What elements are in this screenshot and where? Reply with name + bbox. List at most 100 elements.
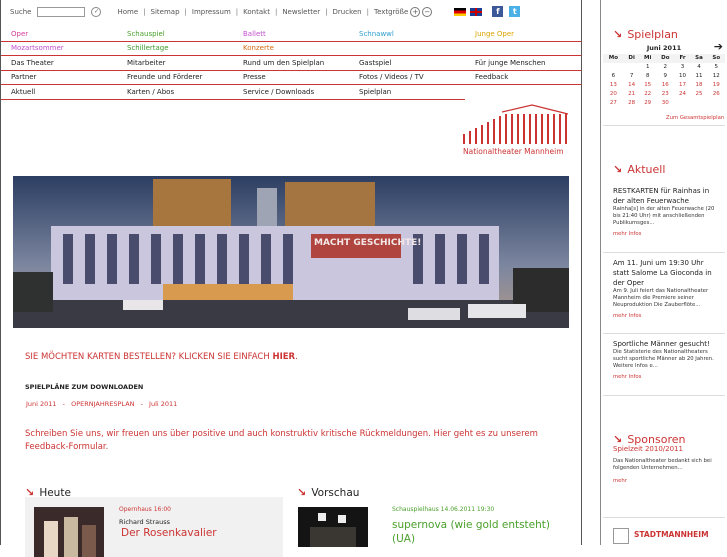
nav-presse[interactable]: Presse (243, 73, 266, 81)
nav-spielplan[interactable]: Spielplan (359, 88, 391, 96)
calendar-day[interactable]: 5 (708, 63, 725, 72)
nav-konzerte[interactable]: Konzerte (243, 44, 274, 52)
calendar-day[interactable]: 30 (656, 98, 675, 107)
german-flag-icon[interactable] (454, 7, 467, 16)
calendar-day[interactable]: 28 (624, 98, 640, 107)
news-title[interactable]: Am 11. Juni um 19:30 Uhr statt Salome La… (613, 258, 719, 288)
nav-schnawwl[interactable]: Schnawwl (359, 30, 394, 38)
news-body: Am 9. Juli feiert das Nationaltheater Ma… (613, 288, 709, 308)
feedback-text[interactable]: Schreiben Sie uns, wir freuen uns über p… (25, 428, 555, 454)
calendar-day[interactable]: 1 (639, 63, 655, 72)
nav-mozartsommer[interactable]: Mozartsommer (11, 44, 64, 52)
nav-ballett[interactable]: Ballett (243, 30, 266, 38)
link-newsletter[interactable]: Newsletter (282, 8, 320, 16)
zoom-in-icon[interactable]: + (410, 6, 421, 17)
news-title[interactable]: Sportliche Männer gesucht! (613, 339, 719, 349)
link-home[interactable]: Home (117, 8, 138, 16)
calendar-day[interactable]: 17 (675, 81, 691, 90)
nav-mitarbeiter[interactable]: Mitarbeiter (127, 59, 166, 67)
nav-das-theater[interactable]: Das Theater (11, 59, 54, 67)
arrow-icon: ↘ (297, 486, 307, 499)
calendar-day[interactable]: 29 (639, 98, 655, 107)
nav-freunde-und-foerderer[interactable]: Freunde und Förderer (127, 73, 202, 81)
twitter-icon[interactable]: t (509, 6, 521, 17)
calendar-day[interactable]: 13 (603, 81, 624, 90)
nav-fotos-videos-tv[interactable]: Fotos / Videos / TV (359, 73, 424, 81)
calendar-day[interactable]: 9 (656, 72, 675, 81)
today-title[interactable]: Der Rosenkavalier (121, 527, 217, 539)
sidebar-divider-line (603, 252, 725, 253)
news-more-link[interactable]: mehr Infos (613, 313, 719, 319)
nav-rund-um-den-spielplan[interactable]: Rund um den Spielplan (243, 59, 324, 67)
nav-gastspiel[interactable]: Gastspiel (359, 59, 391, 67)
link-drucken[interactable]: Drucken (333, 8, 362, 16)
nav-partner[interactable]: Partner (11, 73, 36, 81)
news-more-link[interactable]: mehr Infos (613, 231, 719, 237)
calendar-day[interactable]: 16 (656, 81, 675, 90)
downloads-links: Juni 2011 - OPERNJAHRESPLAN - Juli 2011 (26, 400, 178, 408)
nav-schauspiel[interactable]: Schauspiel (127, 30, 165, 38)
calendar-day[interactable]: 14 (624, 81, 640, 90)
preview-heading: Vorschau (311, 487, 360, 499)
full-plan-link[interactable]: Zum Gesamtspielplan (666, 115, 724, 121)
calendar-day[interactable]: 26 (708, 90, 725, 99)
calendar-day (624, 63, 640, 72)
calendar-day[interactable]: 20 (603, 90, 624, 99)
sponsor-more-link[interactable]: mehr (613, 478, 627, 484)
link-kontakt[interactable]: Kontakt (243, 8, 270, 16)
english-flag-icon[interactable] (470, 7, 483, 16)
calendar-day[interactable]: 8 (639, 72, 655, 81)
nav-oper[interactable]: Oper (11, 30, 28, 38)
calendar-day[interactable]: 24 (675, 90, 691, 99)
theater-photo: MACHT GESCHICHTE! (13, 176, 569, 328)
search-submit-icon[interactable]: ✓ (91, 6, 102, 17)
calendar-day[interactable]: 3 (675, 63, 691, 72)
calendar-day[interactable]: 2 (656, 63, 675, 72)
sponsor-season[interactable]: Spielzeit 2010/2011 (613, 445, 683, 453)
calendar-day[interactable]: 4 (690, 63, 707, 72)
nav-karten-abos[interactable]: Karten / Abos (127, 88, 174, 96)
nav-feedback[interactable]: Feedback (475, 73, 508, 81)
calendar-day[interactable]: 21 (624, 90, 640, 99)
calendar-day[interactable]: 18 (690, 81, 707, 90)
weekday-fr: Fr (674, 54, 691, 63)
link-impressum[interactable]: Impressum (192, 8, 231, 16)
theater-logo-icon[interactable] (462, 104, 570, 146)
preview-title[interactable]: supernova (wie gold entsteht) (UA) (392, 518, 572, 546)
calendar-day[interactable]: 15 (639, 81, 655, 90)
calendar-day[interactable]: 12 (708, 72, 725, 81)
nav-service-downloads[interactable]: Service / Downloads (243, 88, 314, 96)
calendar-day[interactable]: 19 (708, 81, 725, 90)
nav-fuer-junge-menschen[interactable]: Für junge Menschen (475, 59, 545, 67)
today-card[interactable]: Opernhaus 16:00 Richard Strauss Der Rose… (25, 497, 283, 557)
download-july-link[interactable]: Juli 2011 (149, 400, 177, 408)
calendar-day[interactable]: 27 (603, 98, 624, 107)
nav-schillertage[interactable]: Schillertage (127, 44, 169, 52)
next-month-icon[interactable]: ➔ (714, 41, 723, 53)
zoom-out-icon[interactable]: − (422, 6, 433, 17)
news-body: Rainha[s] in der alten Feuerwache (20 bi… (613, 206, 715, 226)
calendar-day[interactable]: 10 (675, 72, 691, 81)
facebook-icon[interactable]: f (492, 6, 504, 17)
city-logo-text[interactable]: STADTMANNHEIM (634, 530, 709, 539)
city-crest-icon (613, 528, 629, 544)
preview-photo (298, 507, 368, 547)
downloads-heading: SPIELPLÄNE ZUM DOWNLOADEN (25, 383, 144, 391)
download-opernjahresplan-link[interactable]: OPERNJAHRESPLAN (71, 400, 134, 408)
search-input[interactable] (37, 6, 86, 17)
download-june-link[interactable]: Juni 2011 (26, 400, 57, 408)
calendar-day[interactable]: 6 (603, 72, 624, 81)
news-title[interactable]: RESTKARTEN für Rainhas in der alten Feue… (613, 186, 719, 206)
nav-divider (1, 99, 465, 100)
link-sitemap[interactable]: Sitemap (151, 8, 180, 16)
calendar-day[interactable]: 25 (690, 90, 707, 99)
weekday-di: Di (623, 54, 640, 63)
nav-junge-oper[interactable]: Junge Oper (475, 30, 514, 38)
ticket-order-link[interactable]: HIER (272, 352, 295, 362)
calendar-day[interactable]: 23 (656, 90, 675, 99)
calendar-day[interactable]: 7 (624, 72, 640, 81)
nav-aktuell[interactable]: Aktuell (11, 88, 35, 96)
calendar-day[interactable]: 22 (639, 90, 655, 99)
news-more-link[interactable]: mehr Infos (613, 374, 719, 380)
calendar-day[interactable]: 11 (690, 72, 707, 81)
